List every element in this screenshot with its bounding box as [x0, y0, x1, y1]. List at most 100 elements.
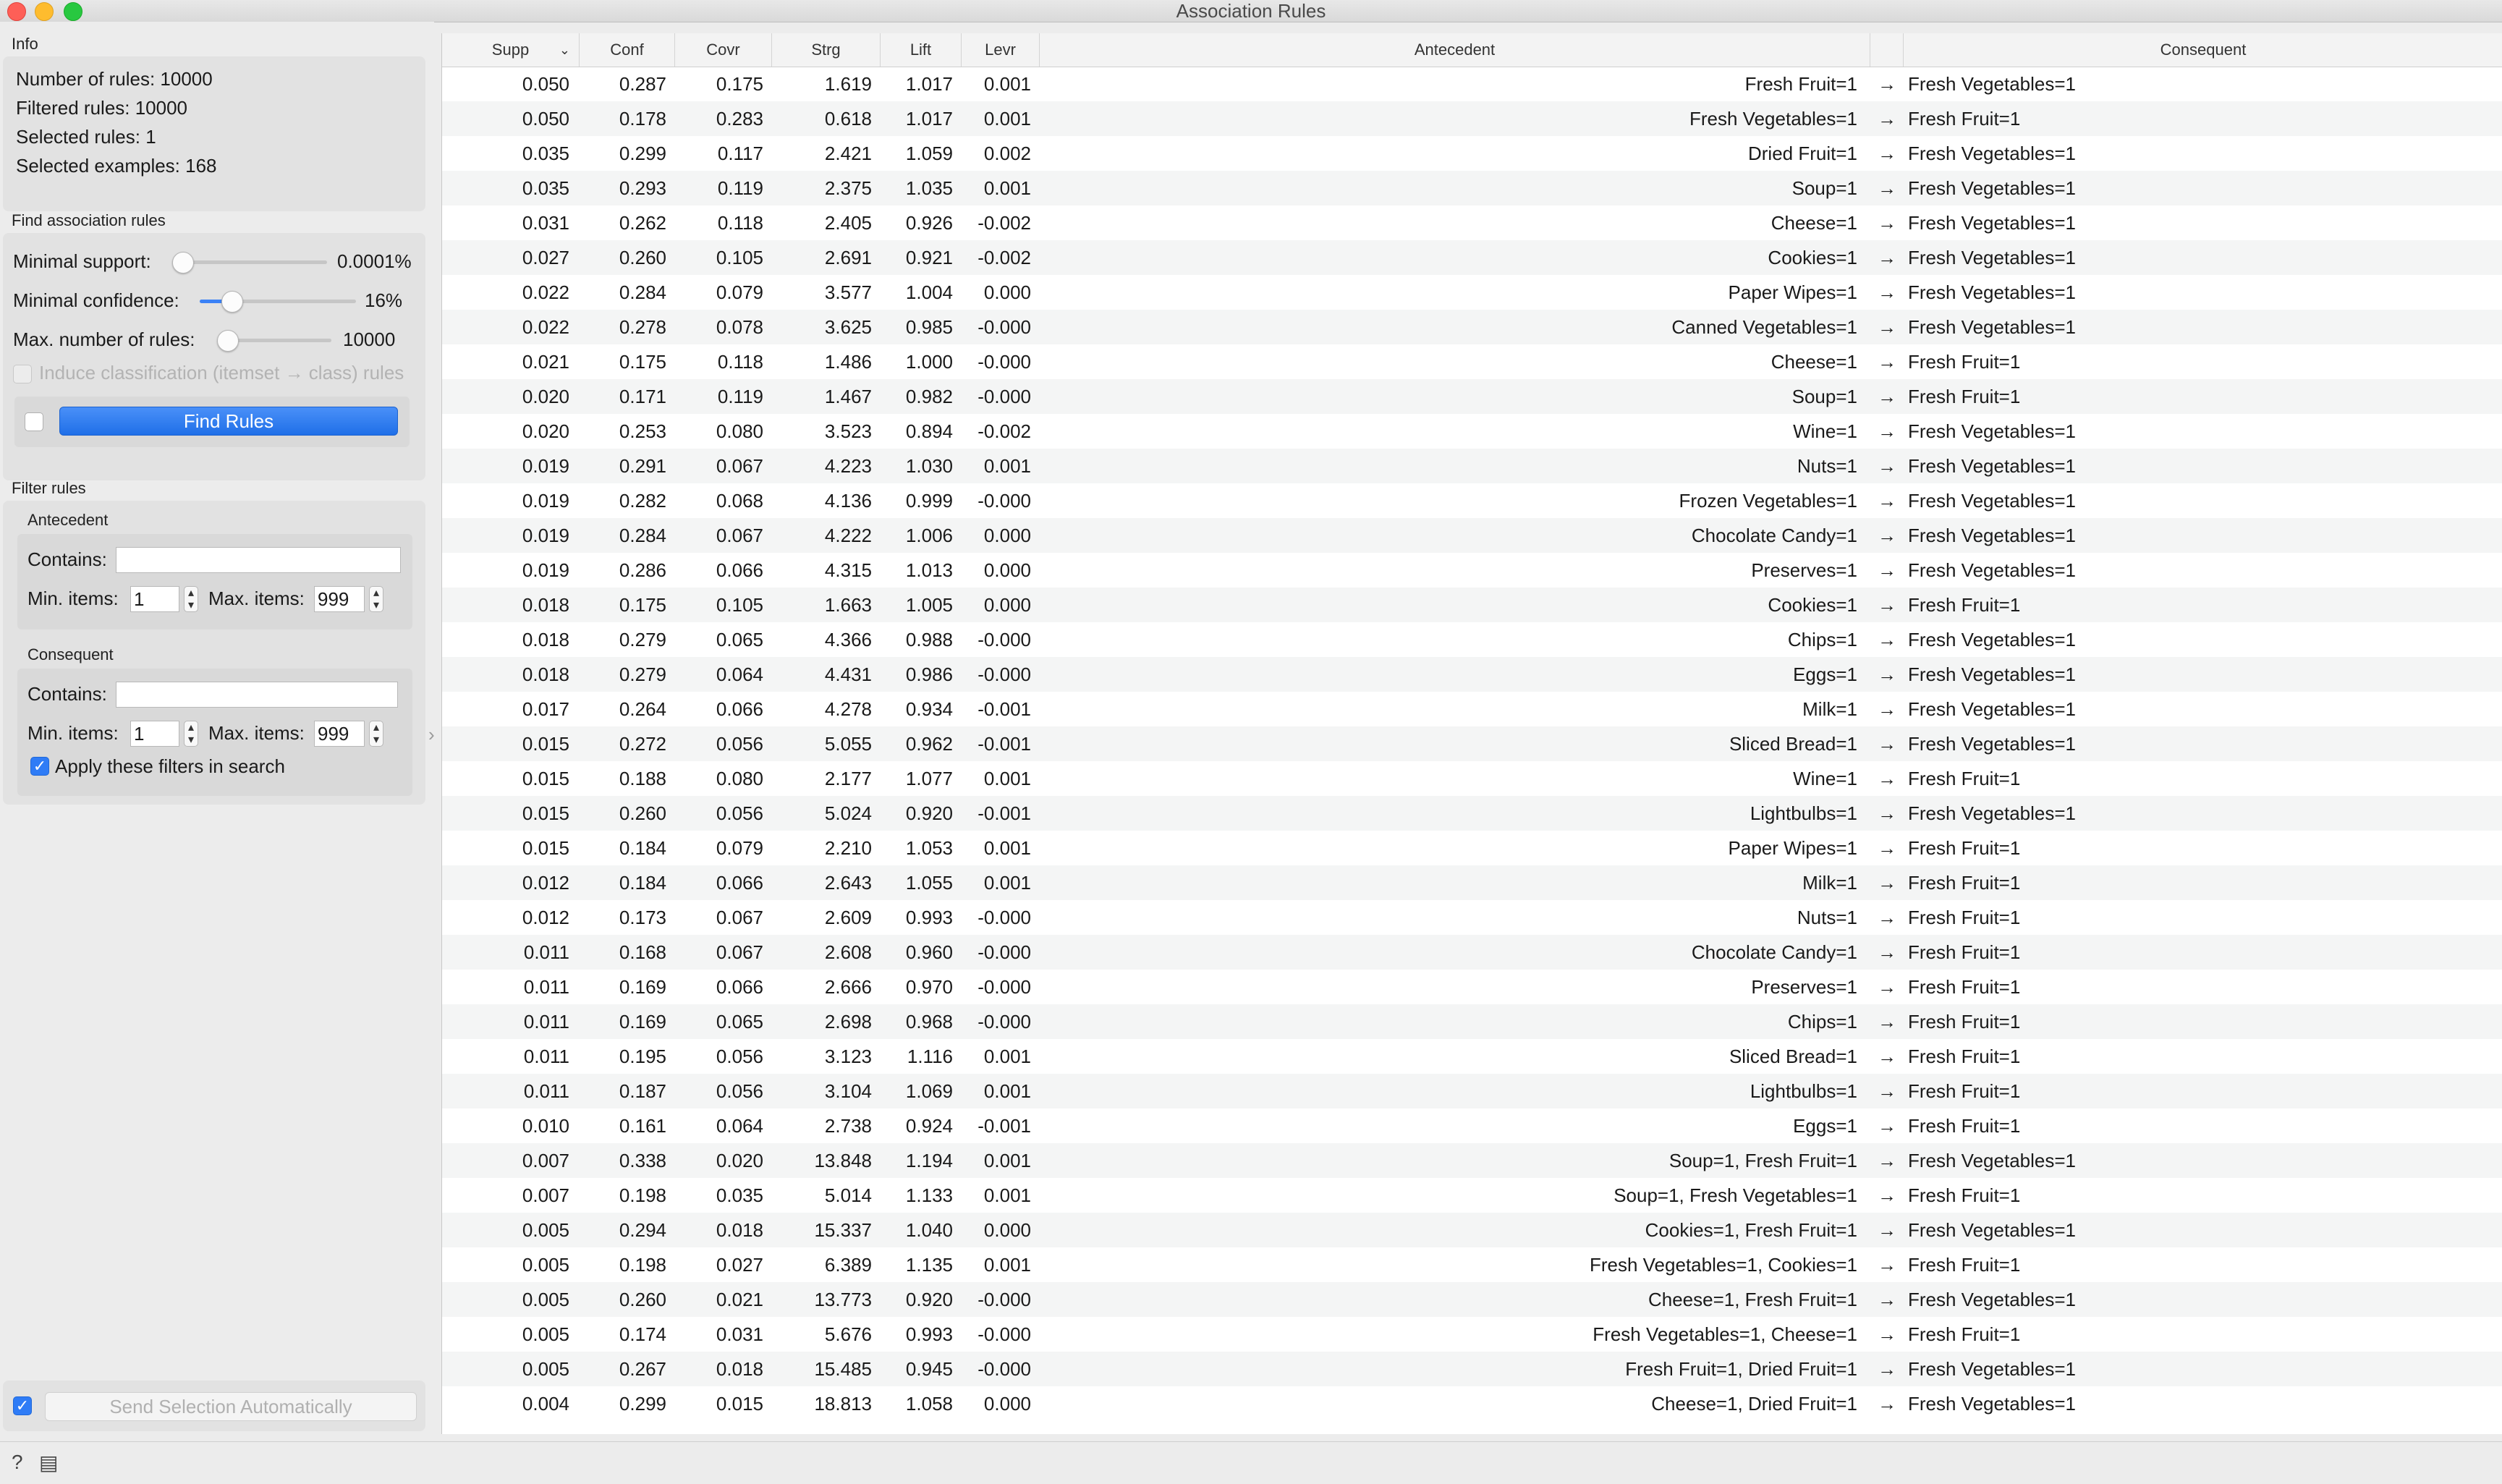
- cell-strg: 5.676: [824, 1323, 872, 1345]
- apply-filters-checkbox[interactable]: ✓: [30, 757, 49, 776]
- antecedent-contains-input[interactable]: [116, 547, 401, 573]
- cell-consequent: Fresh Vegetables=1: [1908, 316, 2076, 338]
- cell-levr: 0.001: [983, 73, 1031, 95]
- column-header-conf[interactable]: Conf: [580, 33, 675, 67]
- cell-arrow: →: [1878, 976, 1896, 998]
- column-header-consequent[interactable]: Consequent: [1904, 33, 2502, 67]
- table-row[interactable]: 0.011 0.187 0.056 3.104 1.069 0.001 Lightbulbs…: [442, 1074, 2502, 1108]
- table-row[interactable]: 0.018 0.175 0.105 1.663 1.005 0.000 Cookies=1 →…: [442, 588, 2502, 622]
- column-header-lift[interactable]: Lift: [881, 33, 962, 67]
- table-row[interactable]: 0.050 0.287 0.175 1.619 1.017 0.001 Fresh Frui…: [442, 67, 2502, 101]
- cell-lift: 0.982: [905, 386, 953, 407]
- table-row[interactable]: 0.019 0.284 0.067 4.222 1.006 0.000 Chocolate …: [442, 518, 2502, 553]
- column-header-strg[interactable]: Strg: [772, 33, 881, 67]
- cell-supp: 0.011: [523, 1011, 569, 1033]
- consequent-filter-box: Contains: Min. items: 1 ▴ ▾ Max. items: 9…: [17, 669, 412, 796]
- cell-conf: 0.262: [619, 212, 666, 234]
- table-row[interactable]: 0.019 0.286 0.066 4.315 1.013 0.000 Preserves=…: [442, 553, 2502, 588]
- table-row[interactable]: 0.004 0.299 0.015 18.813 1.058 0.000 Cheese=1,…: [442, 1386, 2502, 1421]
- send-automatically-checkbox[interactable]: ✓: [13, 1396, 32, 1415]
- table-row[interactable]: 0.015 0.272 0.056 5.055 0.962 -0.001 Sliced Br…: [442, 726, 2502, 761]
- table-row[interactable]: 0.012 0.173 0.067 2.609 0.993 -0.000 Nuts=1 → Fr…: [442, 900, 2502, 935]
- cell-arrow: →: [1878, 1393, 1896, 1415]
- table-row[interactable]: 0.015 0.260 0.056 5.024 0.920 -0.001 Lightbulb…: [442, 796, 2502, 831]
- info-selected-examples: Selected examples: 168: [16, 155, 217, 177]
- table-row[interactable]: 0.035 0.299 0.117 2.421 1.059 0.002 Dried Frui…: [442, 136, 2502, 171]
- cell-consequent: Fresh Fruit=1: [1908, 768, 2021, 789]
- consequent-max-items-label: Max. items:: [208, 722, 305, 744]
- table-row[interactable]: 0.005 0.174 0.031 5.676 0.993 -0.000 Fresh Veg…: [442, 1317, 2502, 1352]
- antecedent-max-items-stepper[interactable]: ▴ ▾: [369, 586, 383, 612]
- cell-lift: 1.135: [905, 1254, 953, 1276]
- table-row[interactable]: 0.017 0.264 0.066 4.278 0.934 -0.001 Milk=1 → Fr…: [442, 692, 2502, 726]
- table-row[interactable]: 0.020 0.253 0.080 3.523 0.894 -0.002 Wine=1 → Fr…: [442, 414, 2502, 449]
- consequent-max-items-input[interactable]: 999: [314, 721, 365, 747]
- column-header-antecedent[interactable]: Antecedent: [1040, 33, 1870, 67]
- antecedent-min-items-input[interactable]: 1: [130, 586, 179, 612]
- min-support-slider[interactable]: [172, 260, 327, 264]
- apply-filters-label: Apply these filters in search: [55, 755, 285, 777]
- column-header-supp[interactable]: Supp ⌄: [442, 33, 580, 67]
- cell-arrow: →: [1878, 316, 1896, 338]
- table-row[interactable]: 0.035 0.293 0.119 2.375 1.035 0.001 Soup=1 → Fre…: [442, 171, 2502, 205]
- find-rules-button[interactable]: Find Rules: [59, 407, 398, 436]
- cell-supp: 0.019: [522, 559, 569, 581]
- table-row[interactable]: 0.020 0.171 0.119 1.467 0.982 -0.000 Soup=1 → Fr…: [442, 379, 2502, 414]
- table-row[interactable]: 0.015 0.184 0.079 2.210 1.053 0.001 Paper Wipe…: [442, 831, 2502, 865]
- table-row[interactable]: 0.018 0.279 0.065 4.366 0.988 -0.000 Chips=1 → F…: [442, 622, 2502, 657]
- table-row[interactable]: 0.011 0.168 0.067 2.608 0.960 -0.000 Chocolate…: [442, 935, 2502, 970]
- question-mark-icon[interactable]: ?: [12, 1451, 23, 1474]
- table-row[interactable]: 0.019 0.291 0.067 4.223 1.030 0.001 Nuts=1 → Fre…: [442, 449, 2502, 483]
- find-rules-row: Find Rules: [14, 397, 410, 447]
- table-row[interactable]: 0.005 0.260 0.021 13.773 0.920 -0.000 Cheese=1…: [442, 1282, 2502, 1317]
- consequent-min-items-stepper[interactable]: ▴ ▾: [184, 721, 198, 747]
- rules-table[interactable]: Supp ⌄ Conf Covr Strg Lift Levr Antecede…: [441, 33, 2502, 1434]
- cell-conf: 0.198: [619, 1254, 666, 1276]
- consequent-contains-input[interactable]: [116, 682, 398, 708]
- table-row[interactable]: 0.010 0.161 0.064 2.738 0.924 -0.001 Eggs=1 → Fr…: [442, 1108, 2502, 1143]
- min-confidence-slider-handle[interactable]: [221, 291, 244, 313]
- column-header-arrow[interactable]: [1870, 33, 1904, 67]
- cell-consequent: Fresh Vegetables=1: [1908, 73, 2076, 95]
- max-rules-slider-handle[interactable]: [217, 330, 239, 352]
- column-header-levr[interactable]: Levr: [962, 33, 1040, 67]
- antecedent-max-items-input[interactable]: 999: [314, 586, 365, 612]
- cell-levr: -0.000: [978, 1323, 1031, 1345]
- consequent-min-items-input[interactable]: 1: [130, 721, 179, 747]
- cell-strg: 15.337: [814, 1219, 872, 1241]
- cell-levr: 0.000: [983, 559, 1031, 581]
- table-row[interactable]: 0.015 0.188 0.080 2.177 1.077 0.001 Wine=1 → Fre…: [442, 761, 2502, 796]
- send-selection-button[interactable]: Send Selection Automatically: [45, 1392, 417, 1421]
- cell-levr: -0.002: [978, 420, 1031, 442]
- antecedent-min-items-stepper[interactable]: ▴ ▾: [184, 586, 198, 612]
- table-row[interactable]: 0.031 0.262 0.118 2.405 0.926 -0.002 Cheese=1 →…: [442, 205, 2502, 240]
- table-row[interactable]: 0.011 0.195 0.056 3.123 1.116 0.001 Sliced Bre…: [442, 1039, 2502, 1074]
- table-row[interactable]: 0.021 0.175 0.118 1.486 1.000 -0.000 Cheese=1 →…: [442, 344, 2502, 379]
- table-row[interactable]: 0.005 0.294 0.018 15.337 1.040 0.000 Cookies=1…: [442, 1213, 2502, 1247]
- table-row[interactable]: 0.005 0.267 0.018 15.485 0.945 -0.000 Fresh Fr…: [442, 1352, 2502, 1386]
- min-support-slider-handle[interactable]: [172, 252, 194, 274]
- cell-antecedent: Cookies=1: [1768, 594, 1857, 616]
- table-row[interactable]: 0.050 0.178 0.283 0.618 1.017 0.001 Fresh Vege…: [442, 101, 2502, 136]
- splitter-handle-icon[interactable]: ›: [428, 724, 435, 746]
- cell-strg: 15.485: [814, 1358, 872, 1380]
- induce-classification-checkbox[interactable]: [13, 365, 32, 383]
- cell-supp: 0.005: [522, 1323, 569, 1345]
- table-row[interactable]: 0.027 0.260 0.105 2.691 0.921 -0.002 Cookies=1…: [442, 240, 2502, 275]
- table-row[interactable]: 0.012 0.184 0.066 2.643 1.055 0.001 Milk=1 → Fre…: [442, 865, 2502, 900]
- consequent-max-items-stepper[interactable]: ▴ ▾: [369, 721, 383, 747]
- table-row[interactable]: 0.007 0.338 0.020 13.848 1.194 0.001 Soup=1, F…: [442, 1143, 2502, 1178]
- auto-find-checkbox[interactable]: [25, 412, 43, 431]
- table-row[interactable]: 0.007 0.198 0.035 5.014 1.133 0.001 Soup=1, Fr…: [442, 1178, 2502, 1213]
- table-row[interactable]: 0.019 0.282 0.068 4.136 0.999 -0.000 Frozen Ve…: [442, 483, 2502, 518]
- table-row[interactable]: 0.022 0.278 0.078 3.625 0.985 -0.000 Canned Ve…: [442, 310, 2502, 344]
- table-row[interactable]: 0.011 0.169 0.066 2.666 0.970 -0.000 Preserves…: [442, 970, 2502, 1004]
- table-row[interactable]: 0.011 0.169 0.065 2.698 0.968 -0.000 Chips=1 → F…: [442, 1004, 2502, 1039]
- cell-arrow: →: [1878, 559, 1896, 581]
- table-row[interactable]: 0.018 0.279 0.064 4.431 0.986 -0.000 Eggs=1 → Fr…: [442, 657, 2502, 692]
- document-icon[interactable]: ▤: [39, 1451, 58, 1475]
- column-header-covr[interactable]: Covr: [675, 33, 772, 67]
- table-row[interactable]: 0.005 0.198 0.027 6.389 1.135 0.001 Fresh Vege…: [442, 1247, 2502, 1282]
- min-confidence-value: 16%: [365, 289, 403, 311]
- table-row[interactable]: 0.022 0.284 0.079 3.577 1.004 0.000 Paper Wipe…: [442, 275, 2502, 310]
